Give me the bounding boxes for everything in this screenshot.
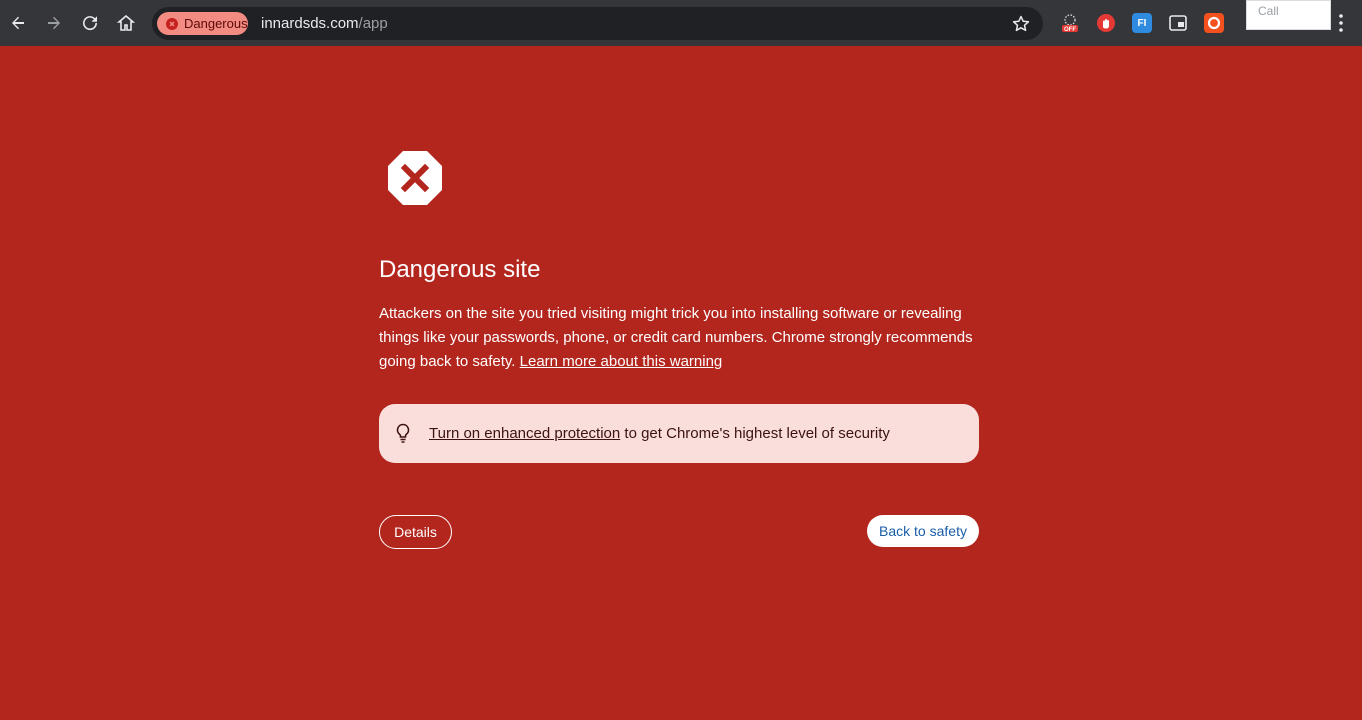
enhanced-protection-promo: Turn on enhanced protection to get Chrom… — [379, 404, 979, 463]
home-icon[interactable] — [111, 8, 141, 38]
details-button[interactable]: Details — [379, 515, 452, 549]
window-extension-icon[interactable] — [1168, 13, 1188, 33]
url-path: /app — [358, 15, 388, 32]
promo-rest-text: to get Chrome's highest level of securit… — [620, 425, 890, 442]
url-text[interactable]: innardsds.com/app — [261, 15, 388, 32]
warning-description: Attackers on the site you tried visiting… — [379, 302, 979, 374]
page-title: Dangerous site — [379, 256, 541, 283]
menu-dots-icon[interactable] — [1331, 12, 1351, 34]
promo-text: Turn on enhanced protection to get Chrom… — [429, 425, 890, 442]
back-icon[interactable] — [3, 8, 33, 38]
browser-toolbar: Dangerous innardsds.com/app OFF FI — [0, 0, 1362, 46]
red-hand-extension-icon[interactable] — [1096, 13, 1116, 33]
danger-octagon-icon — [388, 151, 442, 205]
fi-extension-icon[interactable]: FI — [1132, 13, 1152, 33]
url-domain: innardsds.com — [261, 15, 359, 32]
bookmark-star-icon[interactable] — [1011, 14, 1031, 34]
omnibox[interactable]: Dangerous innardsds.com/app — [152, 7, 1043, 40]
enhanced-protection-link[interactable]: Turn on enhanced protection — [429, 425, 620, 442]
lightbulb-icon — [396, 423, 410, 443]
reload-icon[interactable] — [75, 8, 105, 38]
security-chip-label: Dangerous — [184, 16, 248, 31]
off-extension-icon[interactable]: OFF — [1060, 13, 1080, 33]
error-icon — [166, 17, 178, 30]
off-extension-label: OFF — [1064, 27, 1076, 33]
call-popup[interactable]: Call — [1246, 0, 1331, 30]
learn-more-link[interactable]: Learn more about this warning — [520, 353, 723, 370]
orange-ring-extension-icon[interactable] — [1204, 13, 1224, 33]
call-popup-label: Call — [1258, 4, 1279, 18]
forward-icon[interactable] — [39, 8, 69, 38]
security-chip[interactable]: Dangerous — [157, 12, 248, 35]
back-to-safety-button[interactable]: Back to safety — [867, 515, 979, 547]
